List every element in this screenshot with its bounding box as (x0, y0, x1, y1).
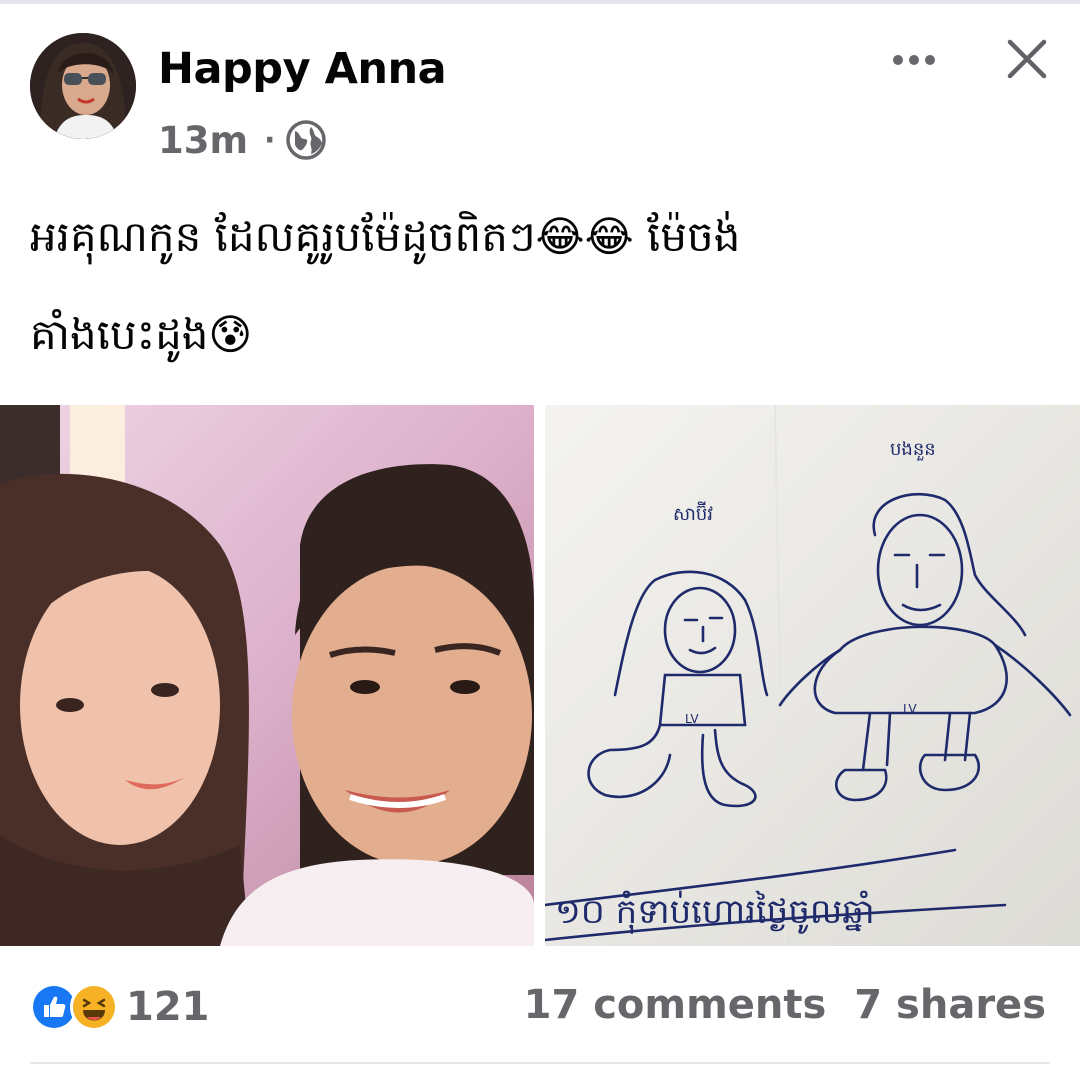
reaction-count: 121 (126, 984, 210, 1030)
footer-divider (30, 1062, 1050, 1064)
top-divider (0, 0, 1080, 4)
photo-drawing[interactable]: សាប៊ីវ បងនួន LV LV ១០ កុំទាប់ហោរថ្ងៃចូលឆ… (545, 405, 1080, 946)
post-meta: 13m · (158, 115, 327, 165)
drawing-bottom-text: ១០ កុំទាប់ហោរថ្ងៃចូលឆ្នាំ (555, 890, 875, 934)
globe-icon[interactable] (285, 119, 327, 161)
caption-line-1: អរគុណកូន ដែលគូរូបម៉ែដូចពិតៗ😂😂 ម៉ែចង់ (30, 212, 741, 261)
photo-selfie[interactable] (0, 405, 534, 946)
caption-line-2: គាំងបេះដូង😰 (30, 310, 253, 359)
reactions-summary[interactable]: 121 (30, 983, 210, 1031)
drawing-label-left: សាប៊ីវ (673, 501, 713, 525)
author-avatar[interactable] (30, 33, 136, 139)
haha-icon (70, 983, 118, 1031)
drawing-belt-right: LV (903, 702, 917, 716)
author-name[interactable]: Happy Anna (158, 44, 447, 94)
comments-count[interactable]: 17 comments (524, 982, 827, 1028)
shares-count[interactable]: 7 shares (854, 982, 1046, 1028)
post-time[interactable]: 13m (158, 119, 248, 162)
more-horizontal-icon[interactable] (890, 40, 938, 80)
meta-separator: · (264, 122, 276, 158)
post-caption: អរគុណកូន ដែលគូរូបម៉ែដូចពិតៗ😂😂 ម៉ែចង់ គាំ… (30, 188, 1050, 384)
post-stats: 17 comments 7 shares (524, 982, 1046, 1028)
close-icon[interactable] (1004, 36, 1050, 82)
drawing-belt-left: LV (685, 712, 699, 726)
photo-gap (534, 405, 545, 946)
drawing-label-right: បងនួន (890, 439, 936, 461)
